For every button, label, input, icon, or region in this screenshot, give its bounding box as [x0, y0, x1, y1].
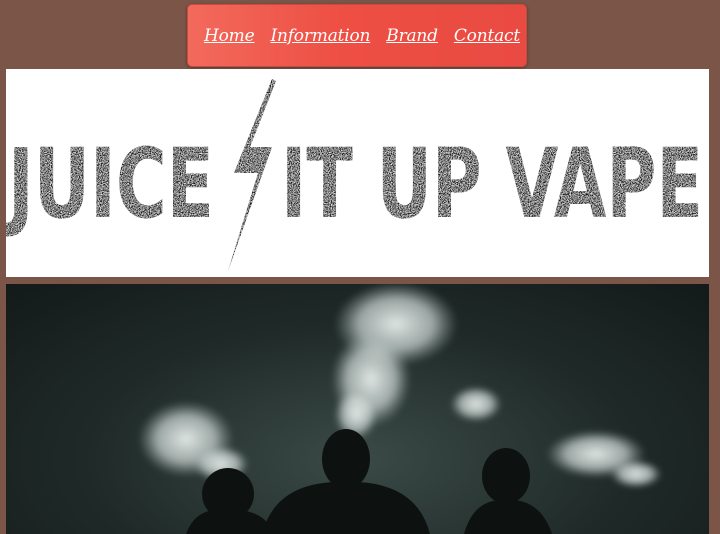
photo-illustration: [138, 284, 662, 534]
nav-contact-link[interactable]: Contact: [454, 26, 520, 46]
lightning-bolt-icon: [228, 79, 276, 271]
nav-information-link[interactable]: Information: [270, 26, 370, 46]
nav-brand-link[interactable]: Brand: [386, 26, 438, 46]
top-nav: Home Information Brand Contact: [187, 4, 527, 67]
vape-smoke-photo: [6, 284, 709, 534]
logo-text-right: IT UP VAPE: [281, 128, 703, 240]
nav-home-link[interactable]: Home: [204, 26, 255, 46]
logo-text-left: JUICE: [6, 128, 214, 240]
page: Home Information Brand Contact JUICE IT …: [0, 0, 720, 534]
logo-image: JUICE IT UP VAPE: [6, 79, 703, 271]
logo-banner: JUICE IT UP VAPE: [6, 69, 709, 277]
